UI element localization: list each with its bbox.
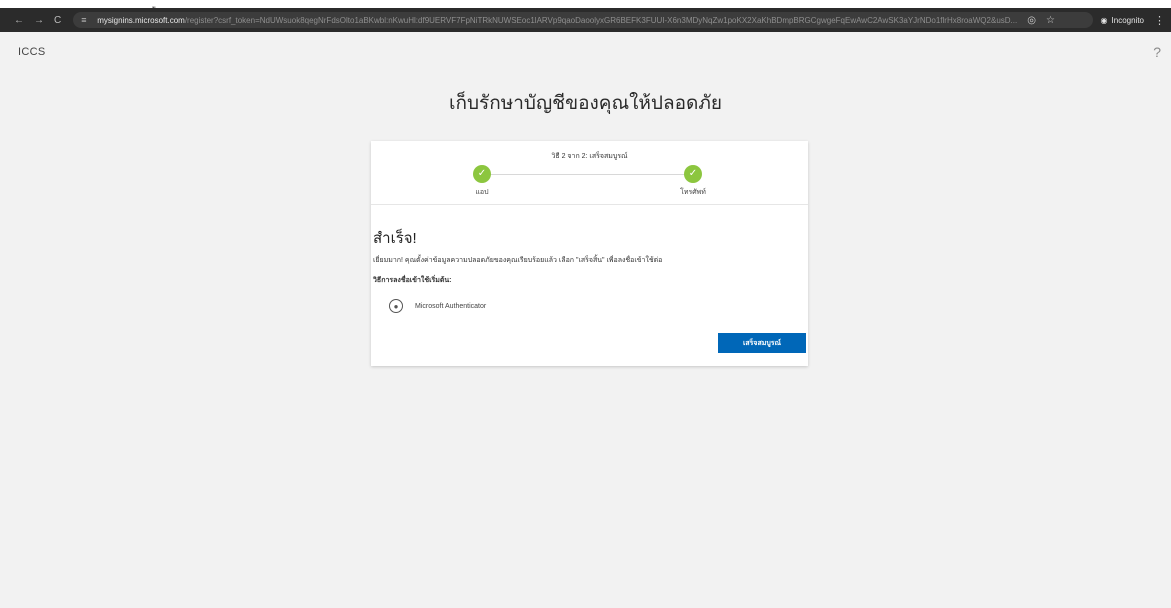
url-host: mysignins.microsoft.com [97, 15, 185, 25]
org-name: ICCS [18, 46, 46, 58]
default-method-label: วิธีการลงชื่อเข้าใช้เริ่มต้น: [373, 277, 452, 284]
authenticator-lock-icon: ● [389, 299, 403, 313]
reload-icon[interactable]: C [54, 15, 61, 26]
browser-toolbar: ← → C ≡ mysignins.microsoft.com /registe… [0, 8, 1171, 32]
bookmark-star-icon[interactable]: ☆ [1046, 15, 1055, 26]
site-info-icon[interactable]: ≡ [81, 15, 91, 25]
step-2-label: โทรศัพท์ [680, 189, 706, 196]
url-path: /register?csrf_token=NdUWsuok8qegNrFdsOl… [184, 15, 1018, 25]
incognito-indicator[interactable]: ◉ Incognito [1101, 16, 1144, 25]
browser-nav: ← → C [14, 15, 61, 26]
back-icon[interactable]: ← [14, 15, 24, 26]
page-title: เก็บรักษาบัญชีของคุณให้ปลอดภัย [448, 93, 723, 114]
incognito-icon: ◉ [1100, 15, 1108, 25]
app-header: ICCS ? [0, 32, 1171, 70]
address-bar[interactable]: ≡ mysignins.microsoft.com /register?csrf… [73, 12, 1093, 28]
setup-card: วิธี 2 จาก 2: เสร็จสมบูรณ์ ✓ ✓ แอป โทรศั… [371, 141, 808, 366]
success-heading: สำเร็จ! [373, 230, 417, 247]
help-icon[interactable]: ? [1153, 44, 1161, 60]
step-2-check-icon: ✓ [684, 165, 702, 183]
success-message: เยี่ยมมาก! คุณตั้งค่าข้อมูลความปลอดภัยขอ… [373, 257, 663, 264]
method-name: Microsoft Authenticator [415, 302, 487, 310]
done-button[interactable]: เสร็จสมบูรณ์ [718, 333, 806, 353]
kebab-menu-icon[interactable]: ⋮ [1154, 14, 1165, 27]
forward-icon[interactable]: → [34, 15, 44, 26]
top-strip: ู [0, 0, 1171, 8]
incognito-label: Incognito [1111, 15, 1144, 25]
progress-header: วิธี 2 จาก 2: เสร็จสมบูรณ์ ✓ ✓ แอป โทรศั… [371, 141, 808, 205]
eye-off-icon[interactable]: ◎ [1027, 15, 1036, 26]
step-counter: วิธี 2 จาก 2: เสร็จสมบูรณ์ [551, 153, 628, 160]
step-1-label: แอป [475, 189, 489, 196]
step-1-check-icon: ✓ [473, 165, 491, 183]
progress-line [483, 174, 693, 175]
default-method-row: ● Microsoft Authenticator [389, 299, 486, 313]
